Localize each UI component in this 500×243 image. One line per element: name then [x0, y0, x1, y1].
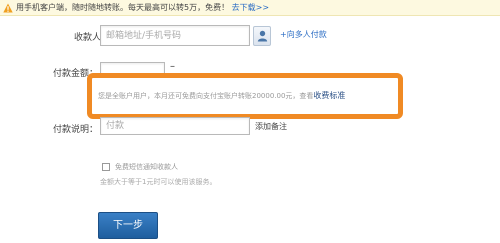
note-input[interactable] — [100, 117, 250, 135]
notice-message: 用手机客户端，随时随地转账。每天最高可以转5万，免费！ — [16, 3, 230, 12]
amount-suffix-dash: – — [170, 61, 175, 72]
contact-picker-button[interactable] — [253, 26, 271, 46]
fee-info-highlight: 您是全账户用户，本月还可免费向支付宝账户转账20000.00元，查看收费标准 — [87, 73, 403, 119]
contact-icon — [257, 30, 268, 42]
sms-notify-label: 免费短信通知收款人 — [115, 163, 178, 171]
fee-info-text: 您是全账户用户，本月还可免费向支付宝账户转账20000.00元，查看收费标准 — [98, 90, 345, 101]
sms-notify-checkbox[interactable] — [102, 163, 110, 171]
sms-notify-hint: 金额大于等于1元时可以使用该服务。 — [100, 178, 217, 186]
download-link[interactable]: 去下载>> — [232, 3, 269, 12]
transfer-page: 用手机客户端，随时随地转账。每天最高可以转5万，免费！ 去下载>> 收款人： +… — [0, 0, 500, 243]
payee-input[interactable] — [100, 25, 250, 46]
note-label: 付款说明： — [52, 125, 98, 135]
fee-standard-link[interactable]: 收费标准 — [313, 91, 345, 100]
fee-info-message: 您是全账户用户，本月还可免费向支付宝账户转账20000.00元，查看 — [98, 92, 314, 100]
warning-icon — [3, 3, 13, 13]
notice-bar: 用手机客户端，随时随地转账。每天最高可以转5万，免费！ 去下载>> — [0, 0, 500, 16]
add-note-link[interactable]: 添加备注 — [255, 121, 287, 132]
add-multiple-payees-link[interactable]: +向多人付款 — [280, 29, 327, 40]
next-step-button[interactable]: 下一步 — [98, 212, 158, 239]
notice-text: 用手机客户端，随时随地转账。每天最高可以转5万，免费！ 去下载>> — [16, 0, 269, 16]
